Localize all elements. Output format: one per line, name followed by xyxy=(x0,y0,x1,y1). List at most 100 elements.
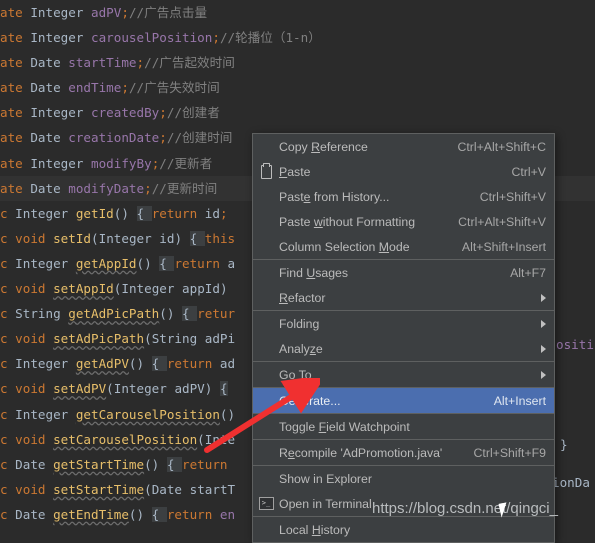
code-token: Integer xyxy=(30,155,92,171)
menu-item-shortcut: Alt+F7 xyxy=(510,265,546,280)
code-line: ate Integer adPV;//广告点击量 xyxy=(0,0,595,25)
code-token: getId xyxy=(75,205,114,221)
code-token: () xyxy=(144,456,167,472)
menu-item-analyze[interactable]: Analyze xyxy=(253,336,554,361)
code-token: ; xyxy=(121,80,129,96)
mnemonic-letter: e xyxy=(287,445,295,460)
code-token: ( xyxy=(144,481,152,497)
code-fragment: ionDa xyxy=(552,475,590,490)
code-token: setCarouselPosition xyxy=(53,431,198,447)
code-token: ; xyxy=(159,130,167,146)
code-token: startTime xyxy=(68,55,137,71)
code-token: //广告失效时间 xyxy=(128,80,220,96)
code-token: { xyxy=(189,230,205,246)
menu-item-label: Paste without Formatting xyxy=(279,214,416,229)
code-token: c xyxy=(0,481,16,497)
menu-item-folding[interactable]: Folding xyxy=(253,311,554,336)
menu-item-paste-without-formatting[interactable]: Paste without Formatting Ctrl+Alt+Shift+V xyxy=(253,209,554,234)
code-token: setStartTime xyxy=(53,481,145,497)
code-token: return xyxy=(182,456,228,472)
clipboard-glyph xyxy=(260,162,272,179)
code-token: Integer xyxy=(15,356,76,372)
menu-item-recompile-adpromotion-java[interactable]: Recompile 'AdPromotion.java' Ctrl+Shift+F… xyxy=(253,440,554,465)
mnemonic-letter: w xyxy=(313,214,323,229)
code-token: setAdPV xyxy=(53,381,107,397)
code-token: ; xyxy=(144,180,152,196)
code-line: ate Date endTime;//广告失效时间 xyxy=(0,75,595,100)
code-token: ( xyxy=(106,381,114,397)
code-token: Integer xyxy=(15,406,76,422)
code-token: c xyxy=(0,255,16,271)
menu-item-find-usages[interactable]: Find Usages Alt+F7 xyxy=(253,260,554,285)
menu-item-generate[interactable]: Generate... Alt+Insert xyxy=(253,388,554,413)
menu-item-shortcut: Ctrl+V xyxy=(511,164,546,179)
chevron-right-icon xyxy=(541,319,546,328)
code-token: c xyxy=(0,506,16,522)
code-token: getEndTime xyxy=(53,506,129,522)
menu-item-paste-from-history[interactable]: Paste from History... Ctrl+Shift+V xyxy=(253,184,554,209)
code-token: adPV xyxy=(91,5,122,20)
code-token: en xyxy=(219,506,236,522)
terminal-icon: >_ xyxy=(253,497,279,510)
code-token: Integer xyxy=(15,205,76,221)
mnemonic-letter: P xyxy=(279,164,288,179)
clipboard-icon xyxy=(253,162,279,179)
menu-item-label: Generate... xyxy=(279,393,341,408)
menu-item-paste[interactable]: Paste Ctrl+V xyxy=(253,159,554,184)
code-token: ; xyxy=(136,55,145,71)
code-token: c xyxy=(0,230,16,246)
code-token: ate xyxy=(0,30,31,46)
mnemonic-letter: F xyxy=(318,419,327,434)
code-token: modifyBy xyxy=(91,155,152,171)
code-token: () xyxy=(159,306,182,322)
editor-context-menu[interactable]: Copy Reference Ctrl+Alt+Shift+C Paste Ctrl+… xyxy=(252,133,555,543)
code-token: c xyxy=(0,306,16,322)
code-token: Date xyxy=(151,481,190,497)
code-token: getAdPV xyxy=(75,356,129,372)
code-token: ; xyxy=(159,105,167,121)
code-token: ate xyxy=(0,105,31,121)
code-token: ate xyxy=(0,155,31,171)
menu-item-shortcut: Ctrl+Shift+F9 xyxy=(473,445,546,460)
code-token: getStartTime xyxy=(53,456,145,472)
menu-item-show-in-explorer[interactable]: Show in Explorer xyxy=(253,466,554,491)
code-token: Date xyxy=(30,55,69,71)
code-token: () xyxy=(113,205,137,221)
menu-item-toggle-field-watchpoint[interactable]: Toggle Field Watchpoint xyxy=(253,414,554,439)
menu-item-go-to[interactable]: Go To xyxy=(253,362,554,387)
menu-item-shortcut: Alt+Shift+Insert xyxy=(461,239,546,254)
menu-item-column-selection-mode[interactable]: Column Selection Mode Alt+Shift+Insert xyxy=(253,234,554,259)
code-token: setAppId xyxy=(53,281,114,297)
code-token: void xyxy=(15,381,54,397)
menu-item-label: Copy Reference xyxy=(279,139,368,154)
code-token: Inte xyxy=(204,431,236,447)
code-token: Date xyxy=(30,80,69,96)
code-token: //广告点击量 xyxy=(128,5,208,20)
code-token: this xyxy=(204,230,236,246)
code-token: ; xyxy=(121,5,129,20)
code-token: ate xyxy=(0,55,31,71)
code-token: Integer xyxy=(98,230,160,246)
menu-item-refactor[interactable]: Refactor xyxy=(253,285,554,310)
menu-item-copy-reference[interactable]: Copy Reference Ctrl+Alt+Shift+C xyxy=(253,134,554,159)
code-token: retur xyxy=(197,306,236,322)
menu-item-label: Refactor xyxy=(279,290,326,305)
code-token: getCarouselPosition xyxy=(75,406,220,422)
menu-item-label: Go To xyxy=(279,367,312,382)
code-token: getAdPicPath xyxy=(68,306,160,322)
code-token: modifyDate xyxy=(68,180,145,196)
code-token: //轮播位（1-n） xyxy=(219,30,321,46)
code-token: { xyxy=(159,255,175,271)
code-token: String xyxy=(15,306,69,322)
code-token: ; xyxy=(212,30,220,46)
menu-item-label: Folding xyxy=(279,316,320,331)
code-token: return xyxy=(166,356,220,372)
code-token: { xyxy=(151,506,167,522)
code-token: () xyxy=(136,255,160,271)
code-token: Date xyxy=(15,506,54,522)
code-line: ate Date startTime;//广告起效时间 xyxy=(0,50,595,75)
menu-item-local-history[interactable]: Local History xyxy=(253,517,554,542)
mnemonic-letter: U xyxy=(306,265,316,280)
code-token: //创建者 xyxy=(166,105,220,121)
chevron-right-icon xyxy=(541,293,546,302)
